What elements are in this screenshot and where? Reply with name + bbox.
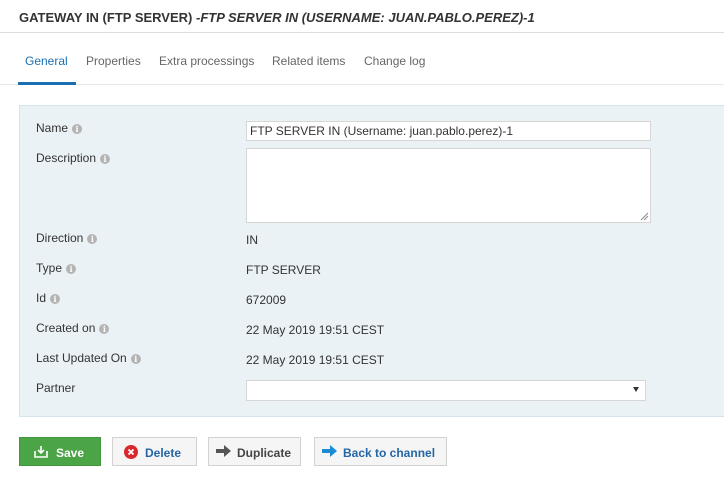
info-icon: i bbox=[66, 264, 77, 274]
direction-label-text: Direction bbox=[36, 231, 84, 245]
last-updated-label-text: Last Updated On bbox=[36, 351, 127, 365]
id-value: 672009 bbox=[246, 293, 287, 307]
partner-label-text: Partner bbox=[36, 381, 76, 395]
description-textarea[interactable] bbox=[246, 148, 651, 223]
save-button-label: Save bbox=[56, 446, 85, 460]
delete-button-label: Delete bbox=[145, 446, 182, 460]
page-header: GATEWAY IN (FTP SERVER) -FTP SERVER IN (… bbox=[0, 0, 724, 33]
type-label: Type i bbox=[36, 261, 77, 275]
id-label: Id i bbox=[36, 291, 61, 305]
info-icon: i bbox=[50, 294, 61, 304]
tab-general[interactable]: General bbox=[25, 54, 68, 68]
save-icon bbox=[34, 446, 48, 458]
save-button[interactable]: Save bbox=[19, 437, 101, 466]
id-label-text: Id bbox=[36, 291, 47, 305]
partner-select[interactable] bbox=[246, 380, 646, 401]
tab-bar: General Properties Extra processings Rel… bbox=[0, 33, 724, 85]
created-on-value: 22 May 2019 19:51 CEST bbox=[246, 323, 385, 337]
tab-extra-processings[interactable]: Extra processings bbox=[159, 54, 254, 68]
page-title-main: GATEWAY IN (FTP SERVER) bbox=[19, 10, 193, 25]
direction-value: IN bbox=[246, 233, 258, 247]
arrow-right-icon bbox=[322, 445, 337, 457]
type-value: FTP SERVER bbox=[246, 263, 321, 277]
duplicate-button-label: Duplicate bbox=[237, 446, 292, 460]
info-icon: i bbox=[99, 324, 110, 334]
created-on-label-text: Created on bbox=[36, 321, 96, 335]
type-label-text: Type bbox=[36, 261, 63, 275]
chevron-down-icon bbox=[633, 387, 639, 392]
description-label-text: Description bbox=[36, 151, 97, 165]
arrow-right-icon bbox=[216, 445, 231, 457]
tab-related-items[interactable]: Related items bbox=[272, 54, 345, 68]
back-to-channel-button[interactable]: Back to channel bbox=[314, 437, 447, 466]
created-on-label: Created on i bbox=[36, 321, 110, 335]
description-label: Description i bbox=[36, 151, 111, 165]
name-label-text: Name bbox=[36, 121, 69, 135]
direction-label: Direction i bbox=[36, 231, 98, 245]
info-icon: i bbox=[100, 154, 111, 164]
name-label: Name i bbox=[36, 121, 83, 135]
delete-button[interactable]: Delete bbox=[112, 437, 197, 466]
info-icon: i bbox=[130, 354, 141, 364]
resize-grip-icon[interactable] bbox=[640, 212, 649, 221]
tab-properties[interactable]: Properties bbox=[86, 54, 141, 68]
last-updated-value: 22 May 2019 19:51 CEST bbox=[246, 353, 385, 367]
delete-icon bbox=[124, 445, 138, 459]
info-icon: i bbox=[72, 124, 83, 134]
last-updated-label: Last Updated On i bbox=[36, 351, 141, 365]
active-tab-indicator bbox=[18, 82, 76, 85]
page-title-sub: -FTP SERVER IN (USERNAME: JUAN.PABLO.PER… bbox=[196, 10, 535, 25]
page-title: GATEWAY IN (FTP SERVER) -FTP SERVER IN (… bbox=[19, 10, 535, 25]
name-input[interactable] bbox=[246, 121, 651, 141]
info-icon: i bbox=[87, 234, 98, 244]
partner-label: Partner bbox=[36, 381, 75, 395]
tab-change-log[interactable]: Change log bbox=[364, 54, 425, 68]
duplicate-button[interactable]: Duplicate bbox=[208, 437, 301, 466]
back-to-channel-button-label: Back to channel bbox=[343, 446, 436, 460]
